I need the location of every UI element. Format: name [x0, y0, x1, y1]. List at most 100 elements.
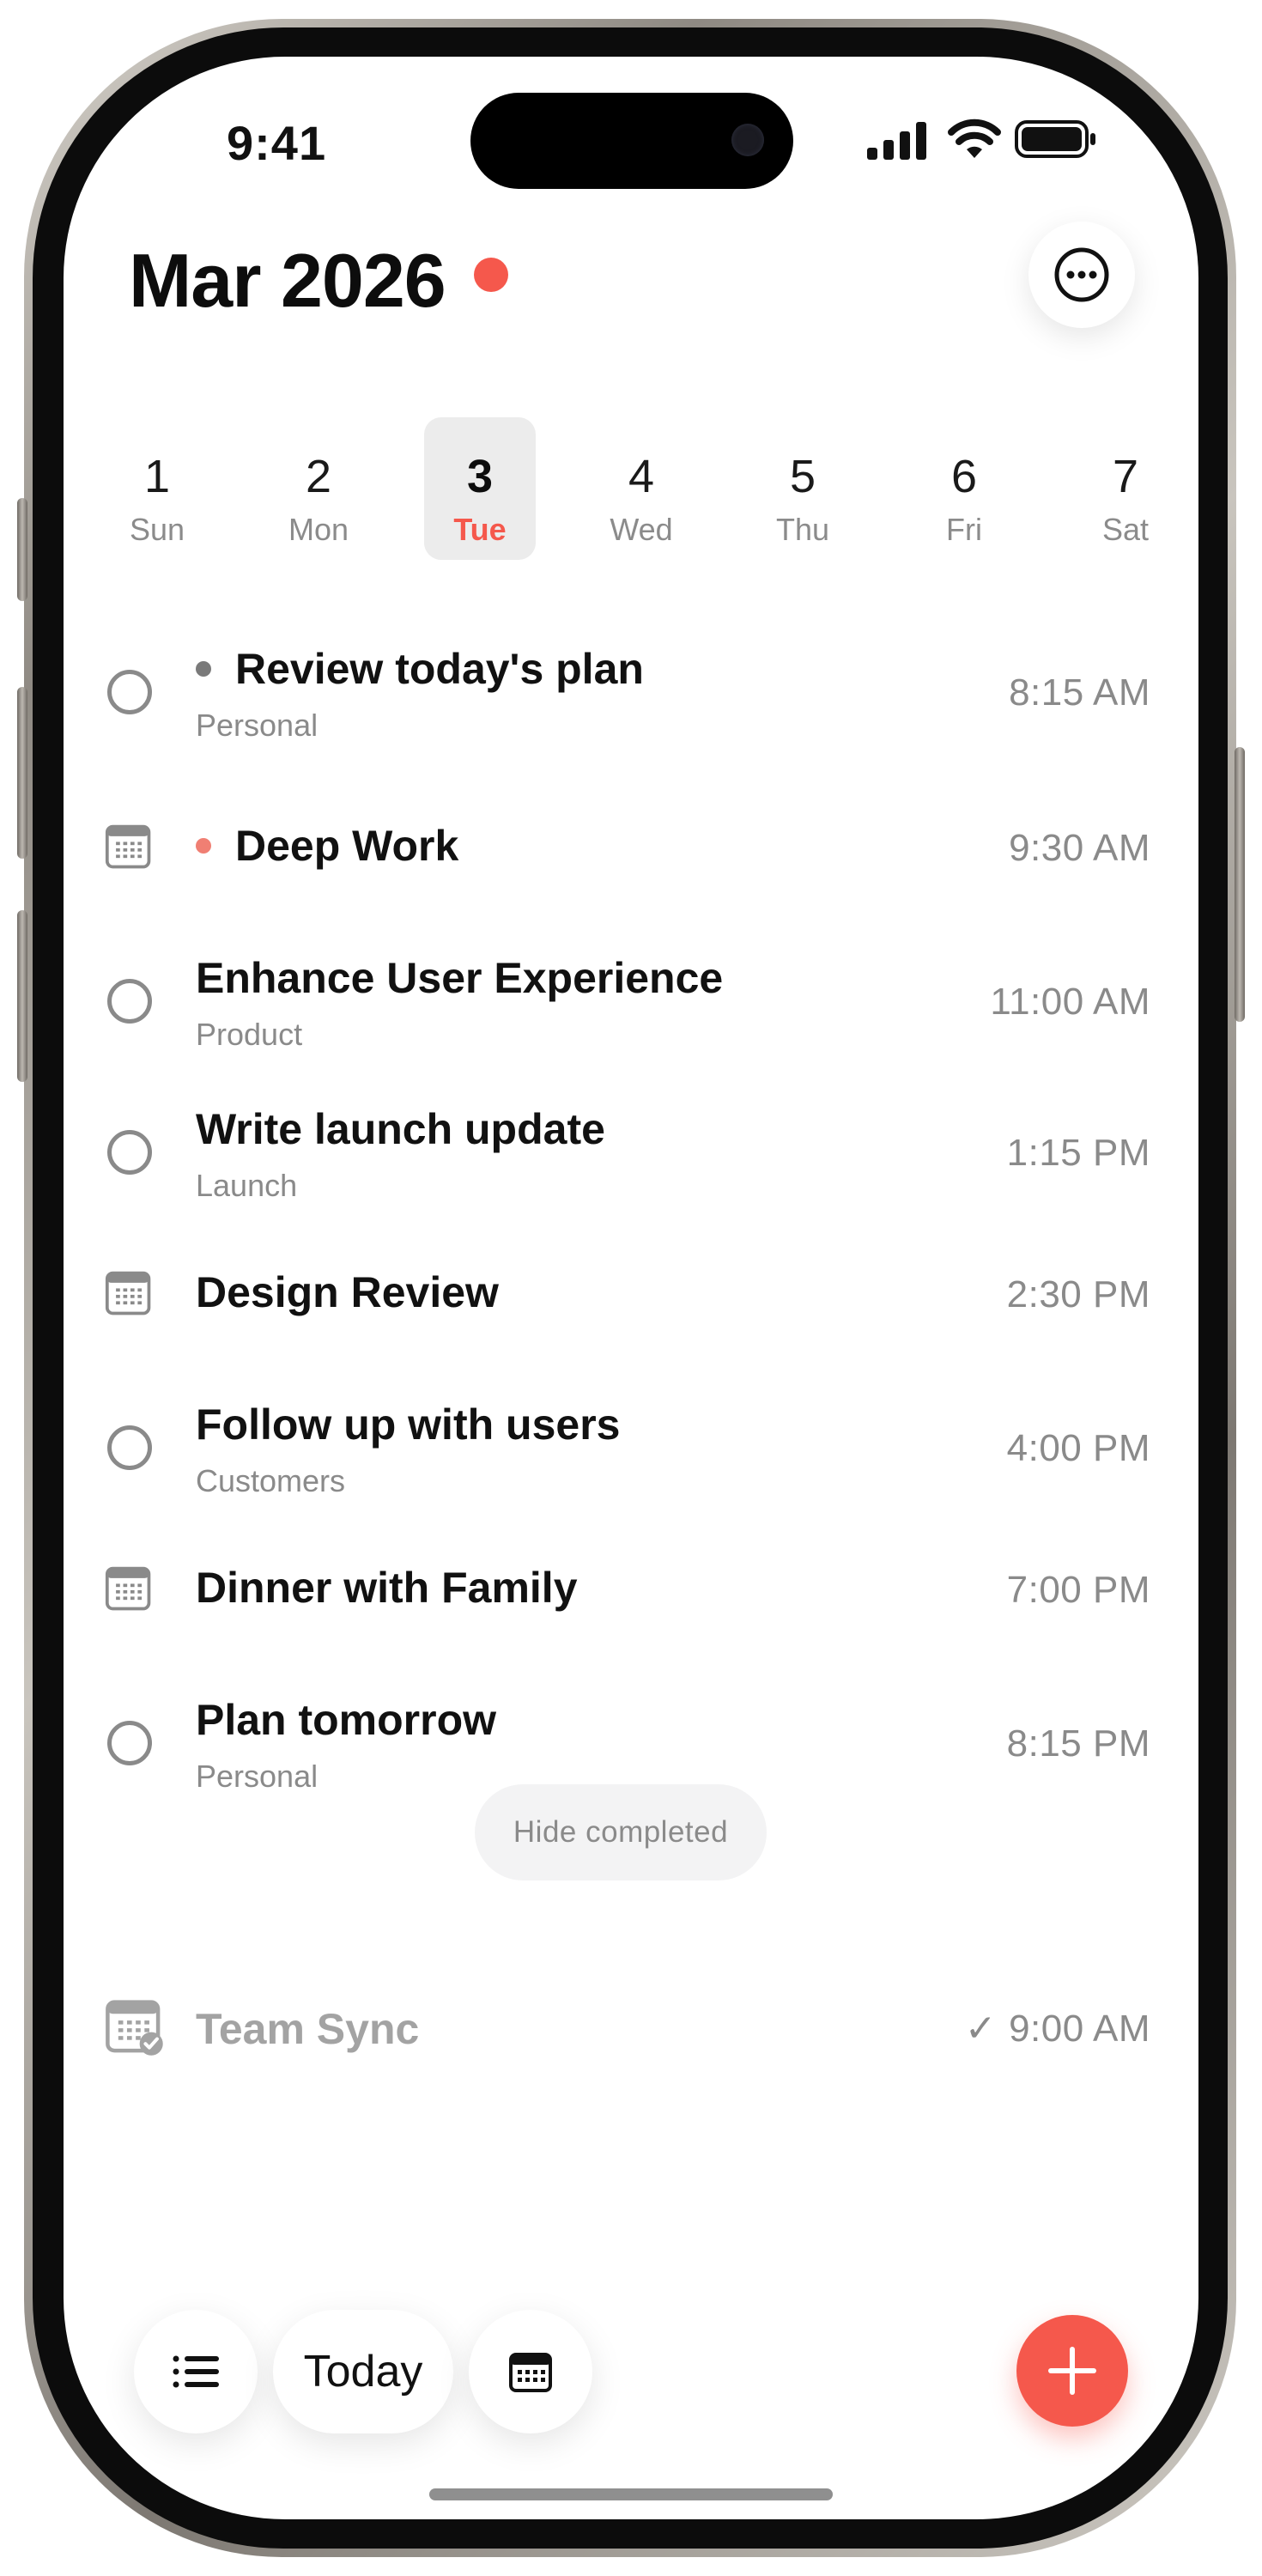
item-subtitle: Launch — [196, 1168, 298, 1203]
wifi-icon — [948, 118, 1001, 158]
task-checkbox[interactable] — [107, 1130, 152, 1175]
item-title-text: Design Review — [196, 1268, 499, 1316]
calendar-check-icon — [106, 2000, 163, 2056]
list-icon — [173, 2355, 219, 2388]
page-title: Mar 2026 — [129, 238, 446, 323]
item-title: Deep Work — [196, 821, 458, 871]
item-title-text: Write launch update — [196, 1105, 605, 1153]
today-button[interactable]: Today — [273, 2310, 453, 2433]
day-number: 2 — [305, 451, 332, 502]
day-weekday: Thu — [775, 512, 830, 547]
dynamic-island — [470, 93, 793, 189]
day-weekday: Fri — [946, 512, 982, 547]
item-time: 2:30 PM — [1006, 1273, 1150, 1315]
day-weekday: Sat — [1101, 512, 1150, 547]
calendar-event-icon — [105, 1269, 155, 1319]
ellipsis-circle-icon — [1054, 247, 1109, 302]
hide-completed-button[interactable]: Hide completed — [475, 1784, 767, 1880]
item-title-text: Review today's plan — [235, 645, 644, 693]
volume-down-button — [17, 910, 27, 1082]
completed-event-row[interactable]: Team Sync ✓ 9:00 AM — [64, 1977, 1198, 2080]
item-title-text: Dinner with Family — [196, 1564, 578, 1612]
check-icon: ✓ — [964, 2008, 998, 2050]
day-number: 5 — [789, 451, 816, 502]
event-row[interactable]: Deep Work 9:30 AM — [64, 800, 1198, 903]
task-checkbox[interactable] — [107, 1425, 152, 1470]
day-number: 4 — [628, 451, 655, 502]
item-subtitle: Personal — [196, 708, 319, 743]
item-title-text: Plan tomorrow — [196, 1696, 497, 1744]
day-weekday: Tue — [453, 512, 507, 547]
priority-dot — [196, 660, 211, 677]
task-row[interactable]: Write launch update Launch 1:15 PM — [64, 1094, 1198, 1231]
item-title: Plan tomorrow — [196, 1695, 496, 1745]
task-row[interactable]: Review today's plan Personal 8:15 AM — [64, 634, 1198, 771]
task-row[interactable]: Follow up with users Customers 4:00 PM — [64, 1389, 1198, 1527]
day-fri[interactable]: 6 Fri — [908, 417, 1020, 560]
day-sat[interactable]: 7 Sat — [1070, 417, 1181, 560]
notification-dot — [474, 258, 508, 292]
calendar-event-icon — [105, 1564, 155, 1614]
calendar-icon — [509, 2353, 552, 2392]
task-checkbox[interactable] — [107, 670, 152, 714]
item-subtitle: Personal — [196, 1759, 319, 1794]
day-number: 7 — [1112, 451, 1139, 502]
item-title: Enhance User Experience — [196, 953, 723, 1003]
calendar-check-icon — [105, 1997, 165, 2057]
calendar-event-icon — [105, 824, 151, 869]
task-checkbox[interactable] — [107, 1721, 152, 1765]
power-button — [1235, 747, 1245, 1022]
more-options-button[interactable] — [1028, 222, 1135, 328]
item-title: Design Review — [196, 1267, 499, 1317]
event-row[interactable]: Design Review 2:30 PM — [64, 1247, 1198, 1350]
task-row[interactable]: Enhance User Experience Product 11:00 AM — [64, 943, 1198, 1080]
day-tue[interactable]: 3 Tue — [424, 417, 536, 560]
item-title-text: Follow up with users — [196, 1400, 621, 1449]
day-sun[interactable]: 1 Sun — [101, 417, 213, 560]
item-time: 9:30 AM — [1009, 827, 1150, 869]
day-number: 3 — [466, 451, 494, 502]
volume-up-button — [17, 687, 27, 859]
day-weekday: Wed — [610, 512, 673, 547]
calendar-event-icon — [105, 823, 155, 872]
battery-icon — [1015, 120, 1095, 158]
calendar-view-button[interactable] — [469, 2310, 592, 2433]
day-number: 1 — [143, 451, 171, 502]
item-time: 7:00 PM — [1006, 1569, 1150, 1611]
calendar-event-icon — [105, 1566, 151, 1611]
status-time: 9:41 — [227, 116, 327, 170]
completed-time: 9:00 AM — [1009, 2008, 1150, 2050]
item-title: Write launch update — [196, 1104, 605, 1154]
item-time: 4:00 PM — [1006, 1427, 1150, 1469]
event-row[interactable]: Dinner with Family 7:00 PM — [64, 1542, 1198, 1645]
item-time: 8:15 PM — [1006, 1722, 1150, 1765]
day-number: 6 — [950, 451, 978, 502]
item-title: Follow up with users — [196, 1400, 620, 1449]
camera-lens — [731, 124, 764, 156]
action-button — [17, 498, 27, 601]
day-weekday: Sun — [129, 512, 185, 547]
completed-time-wrap: ✓ 9:00 AM — [965, 2007, 1150, 2050]
item-subtitle: Customers — [196, 1463, 346, 1498]
item-title-text: Deep Work — [235, 822, 459, 870]
day-wed[interactable]: 4 Wed — [585, 417, 697, 560]
day-thu[interactable]: 5 Thu — [747, 417, 859, 560]
day-weekday: Mon — [288, 512, 349, 547]
add-button[interactable] — [1016, 2315, 1128, 2427]
item-title: Review today's plan — [196, 644, 644, 694]
priority-dot — [196, 837, 211, 854]
cellular-signal-icon — [867, 122, 926, 160]
today-label: Today — [303, 2347, 423, 2397]
home-indicator — [429, 2488, 833, 2500]
completed-title: Team Sync — [196, 2005, 420, 2053]
calendar-event-icon — [105, 1271, 151, 1315]
item-time: 8:15 AM — [1009, 671, 1150, 714]
item-time: 11:00 AM — [990, 981, 1150, 1023]
item-title-text: Enhance User Experience — [196, 954, 724, 1002]
day-mon[interactable]: 2 Mon — [263, 417, 374, 560]
task-checkbox[interactable] — [107, 979, 152, 1024]
item-time: 1:15 PM — [1006, 1132, 1150, 1174]
screen: 9:41 Mar 2026 1 Sun 2 Mon 3 Tue 4 Wed 5 Thu 6 Fri 7 S… — [64, 57, 1198, 2519]
list-view-button[interactable] — [134, 2310, 258, 2433]
plus-icon — [1048, 2347, 1096, 2395]
